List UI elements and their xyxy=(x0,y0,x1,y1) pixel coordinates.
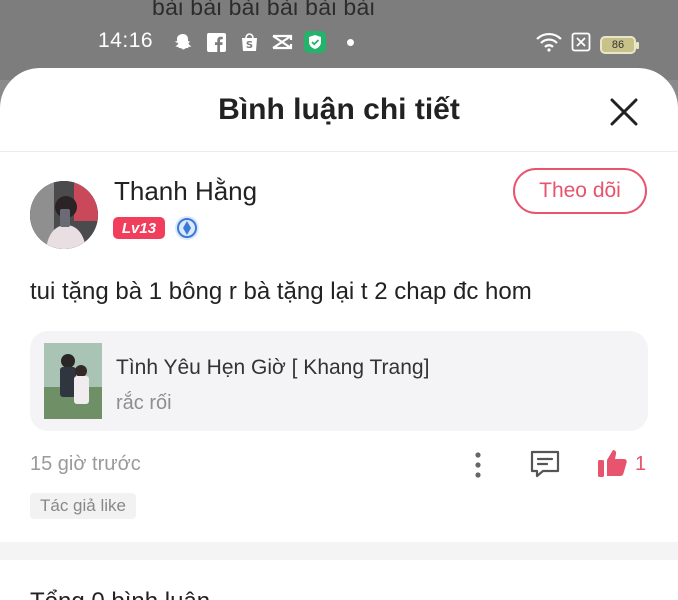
status-app-icons: S xyxy=(172,31,354,53)
comment-timestamp: 15 giờ trước xyxy=(30,453,141,475)
user-name[interactable]: Thanh Hằng xyxy=(114,176,257,207)
capcut-icon xyxy=(271,31,293,53)
svg-text:S: S xyxy=(245,40,252,51)
like-icon[interactable] xyxy=(597,447,629,479)
background-text: bài bài bài bài bài bài xyxy=(152,0,376,20)
level-badge: Lv13 xyxy=(113,217,165,239)
work-chapter: rắc rối xyxy=(116,392,172,414)
sim-x-icon xyxy=(571,32,591,57)
page-title: Bình luận chi tiết xyxy=(218,93,460,126)
dot-icon xyxy=(347,38,354,46)
shopee-icon: S xyxy=(238,31,260,53)
total-comments-label: Tổng 0 bình luận xyxy=(30,588,210,600)
avatar[interactable] xyxy=(30,181,98,249)
status-bar: 14:16 S 86 xyxy=(0,28,678,58)
comment-text: tui tặng bà 1 bông r bà tặng lại t 2 cha… xyxy=(30,278,532,305)
wifi-icon xyxy=(536,32,562,57)
work-title: Tình Yêu Hẹn Giờ [ Khang Trang] xyxy=(116,356,430,379)
shield-app-icon xyxy=(304,31,326,53)
snapchat-icon xyxy=(172,31,194,53)
work-cover-image xyxy=(44,343,102,419)
status-right-icons: 86 xyxy=(536,32,639,57)
sheet-header: Bình luận chi tiết xyxy=(0,68,678,152)
reply-icon[interactable] xyxy=(529,448,561,480)
close-icon[interactable] xyxy=(606,94,642,130)
status-time: 14:16 xyxy=(98,29,154,52)
author-like-tag: Tác giả like xyxy=(30,493,136,519)
verified-badge-icon xyxy=(174,215,200,241)
follow-button[interactable]: Theo dõi xyxy=(513,168,647,214)
battery-indicator: 86 xyxy=(600,35,639,54)
more-options-icon[interactable] xyxy=(468,450,488,480)
like-count: 1 xyxy=(635,453,647,475)
linked-work-card[interactable]: Tình Yêu Hẹn Giờ [ Khang Trang] rắc rối xyxy=(30,331,648,431)
facebook-icon xyxy=(205,31,227,53)
section-divider xyxy=(0,542,678,560)
comment-detail-sheet: Bình luận chi tiết Thanh Hằng Lv13 Theo … xyxy=(0,68,678,600)
